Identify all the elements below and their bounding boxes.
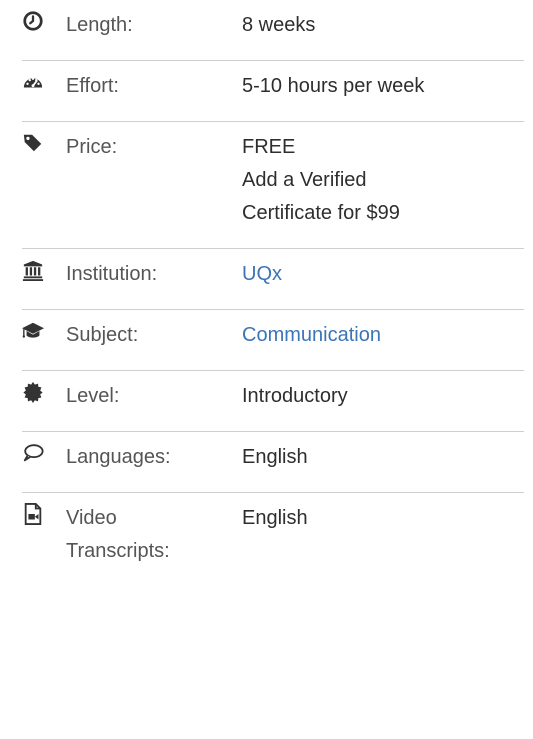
price-free: FREE [242,136,296,158]
video-transcripts-label-line-2: Transcripts: [66,540,170,562]
institution-label: Institution: [66,263,158,285]
languages-label: Languages: [66,446,171,468]
price-label: Price: [66,136,118,158]
clock-icon [22,10,44,32]
tag-icon [22,132,44,154]
video-transcripts-value: English [242,507,308,529]
price-value: FREE Add a Verified Certificate for $99 [242,131,524,230]
fact-row-subject: Subject: Communication [22,310,524,371]
level-label: Level: [66,385,120,407]
length-value: 8 weeks [242,14,316,36]
fact-row-length: Length: 8 weeks [22,0,524,61]
institution-link[interactable]: UQx [242,263,282,285]
video-transcripts-label: Video Transcripts: [66,502,242,568]
video-file-icon [22,503,44,525]
gauge-icon [22,71,44,93]
fact-row-video-transcripts: Video Transcripts: English [22,493,524,586]
fact-row-languages: Languages: English [22,432,524,493]
speech-bubble-icon [22,442,44,464]
institution-value: UQx [242,258,524,291]
fact-row-level: Level: Introductory [22,371,524,432]
languages-value: English [242,446,308,468]
price-verified-line-2: Certificate for $99 [242,202,400,224]
effort-value: 5-10 hours per week [242,75,425,97]
effort-label: Effort: [66,75,119,97]
fact-row-effort: Effort: 5-10 hours per week [22,61,524,122]
subject-label: Subject: [66,324,139,346]
graduation-cap-icon [22,320,44,342]
length-label: Length: [66,14,133,36]
video-transcripts-label-line-1: Video [66,507,117,529]
subject-value: Communication [242,319,524,352]
course-facts-list: Length: 8 weeks Effort: 5-10 hours per w… [22,0,524,586]
fact-row-price: Price: FREE Add a Verified Certificate f… [22,122,524,249]
subject-link[interactable]: Communication [242,324,381,346]
price-verified-line-1: Add a Verified [242,169,367,191]
level-value: Introductory [242,385,348,407]
institution-icon [22,259,44,281]
fact-row-institution: Institution: UQx [22,249,524,310]
badge-icon [22,381,44,403]
